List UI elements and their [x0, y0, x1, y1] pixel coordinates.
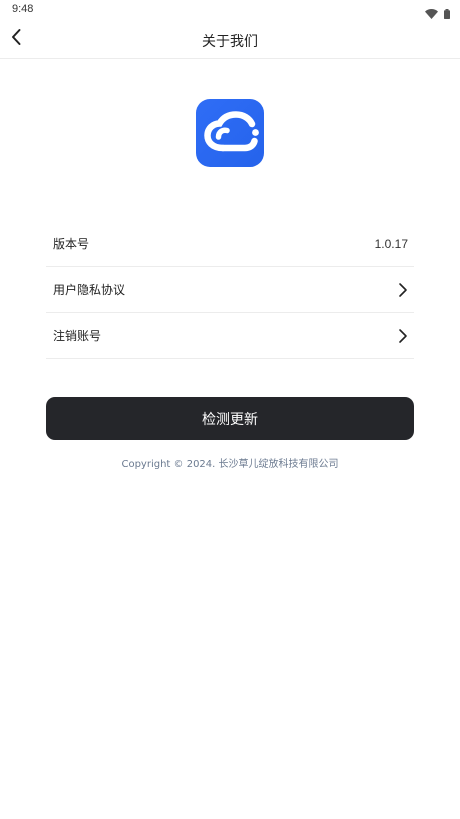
deactivate-account-label: 注销账号 — [53, 329, 102, 343]
privacy-policy-label: 用户隐私协议 — [53, 283, 126, 297]
status-time: 9:48 — [12, 3, 34, 15]
copyright-text: Copyright © 2024. 长沙草儿绽放科技有限公司 — [121, 459, 339, 470]
privacy-policy-row[interactable]: 用户隐私协议 — [46, 267, 414, 313]
cloud-icon — [196, 111, 264, 167]
deactivate-account-row[interactable]: 注销账号 — [46, 313, 414, 359]
check-update-button[interactable]: 检测更新 — [46, 397, 414, 440]
status-bar: 9:48 — [0, 0, 460, 20]
navigation-bar: 关于我们 — [0, 20, 460, 59]
app-logo — [196, 99, 264, 167]
page-title: 关于我们 — [202, 34, 258, 50]
version-value: 1.0.17 — [374, 236, 408, 251]
chevron-right-icon — [398, 328, 408, 344]
chevron-right-icon — [398, 282, 408, 298]
info-list: 版本号 1.0.17 用户隐私协议 注销账号 — [46, 221, 414, 359]
version-label: 版本号 — [53, 237, 90, 251]
version-row: 版本号 1.0.17 — [46, 221, 414, 267]
